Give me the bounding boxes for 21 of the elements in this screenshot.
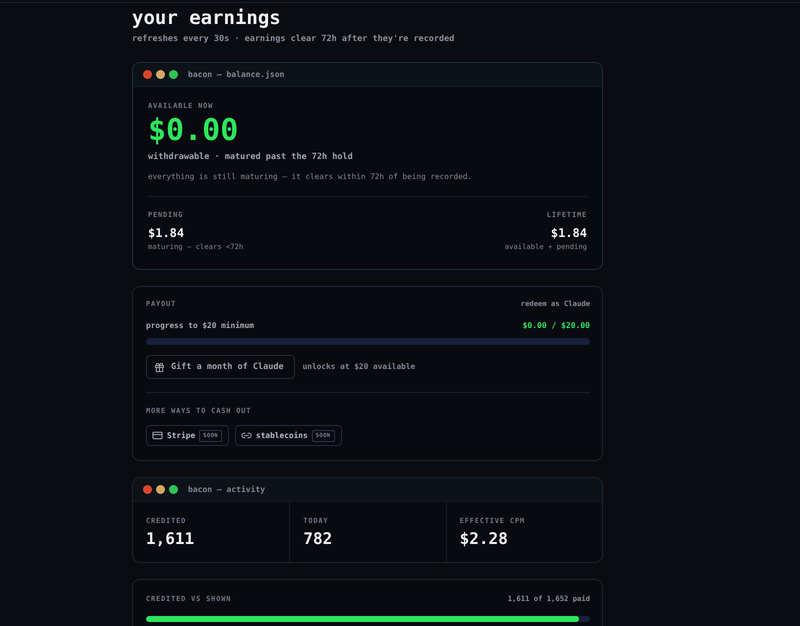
stat-value: 1,611: [146, 530, 194, 548]
available-amount: $0.00: [148, 115, 238, 147]
card-icon: [152, 430, 163, 441]
maximize-dot-icon: [169, 485, 178, 494]
total-amount: $1.84: [148, 226, 184, 240]
page-title: your earnings: [132, 7, 281, 29]
available-caption: withdrawable · matured past the 72h hold: [148, 151, 353, 163]
stat-value: $2.28: [460, 530, 508, 548]
minimize-dot-icon: [156, 485, 165, 494]
minimize-dot-icon: [156, 70, 165, 79]
close-dot-icon: [143, 70, 152, 79]
gift-icon: [154, 362, 165, 372]
page-subtitle: refreshes every 30s · earnings clear 72h after they're recorded: [132, 33, 454, 45]
window-title: bacon — activity: [188, 485, 266, 494]
total-amount: $1.84: [550, 226, 587, 240]
progress-reading: $0.00 / $20.00: [522, 320, 590, 332]
stat-value: 782: [303, 530, 332, 548]
link-icon: [241, 430, 252, 441]
close-dot-icon: [143, 485, 152, 494]
maximize-dot-icon: [169, 70, 178, 79]
window-title: bacon — balance.json: [188, 70, 284, 79]
